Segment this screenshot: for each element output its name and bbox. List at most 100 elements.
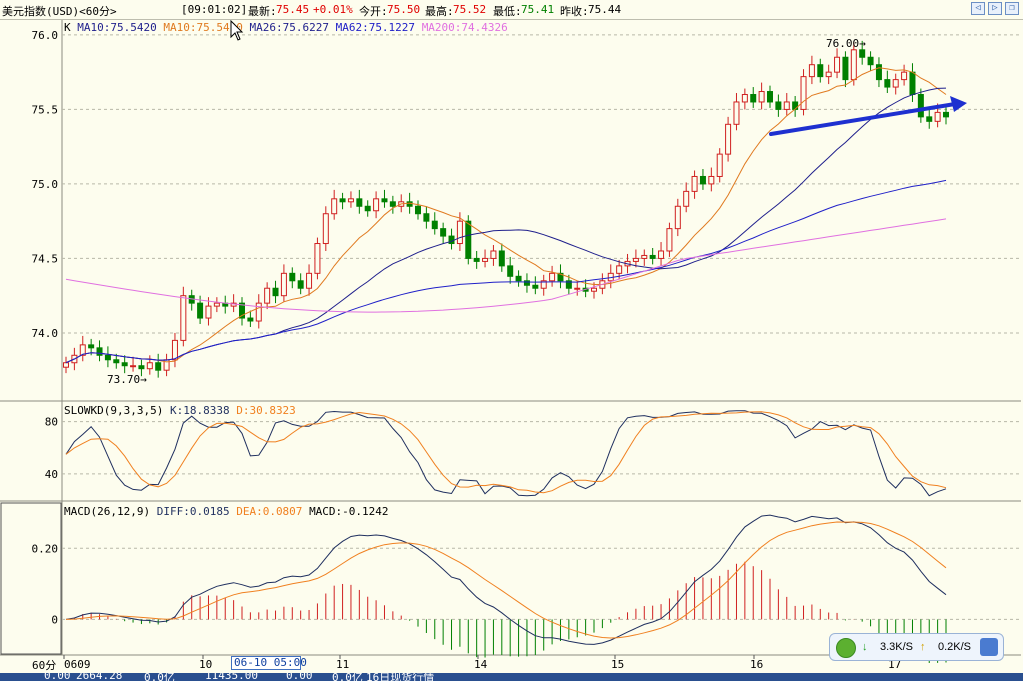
status-item-6: 16日现货行情	[366, 673, 435, 681]
candle-body	[767, 91, 773, 103]
legend-ma62: MA62:75.1227	[335, 21, 416, 34]
candle-body	[859, 49, 866, 58]
macd-side-box	[0, 502, 62, 655]
candle-body	[800, 76, 807, 110]
candle-body	[909, 71, 916, 96]
download-arrow-icon: ↓	[862, 641, 868, 653]
macd-macd-value: MACD:-0.1242	[309, 505, 389, 518]
kd-k-value: K:18.8338	[169, 404, 230, 417]
status-item-3: 11435.00	[205, 673, 258, 681]
candle-body	[482, 257, 489, 262]
candle-body	[817, 64, 824, 78]
candle-body	[716, 153, 723, 177]
candle-body	[649, 254, 656, 259]
x-tick-label: 15	[611, 658, 624, 671]
status-item-2: 0.0亿	[144, 673, 175, 681]
candle-body	[549, 272, 556, 282]
candle-body	[632, 257, 639, 262]
x-tick-label: 14	[474, 658, 488, 671]
candle-body	[96, 347, 103, 356]
candle-body	[834, 56, 841, 73]
chart-canvas[interactable]: 74.0 74.5 75.0 75.5 76.0 40 80 0 0.20 0609 10 11 14 1…	[0, 0, 1023, 681]
candle-body	[264, 287, 271, 304]
candle-body	[272, 287, 279, 297]
candle-body	[297, 280, 304, 289]
kd-legend: SLOWKD(9,3,3,5) K:18.8338 D:30.8323	[64, 404, 296, 417]
candle-body	[104, 354, 111, 361]
candle-body	[699, 175, 706, 185]
candle-body	[683, 190, 690, 207]
candle-body	[934, 111, 941, 122]
candle-body	[750, 94, 757, 103]
candle-body	[591, 287, 597, 292]
macd-y-tick-label: 0.20	[32, 542, 59, 555]
status-item-5: 0.0亿	[332, 673, 363, 681]
candle-body	[213, 302, 220, 307]
candle-body	[314, 243, 321, 274]
candle-body	[473, 257, 480, 262]
candle-body	[758, 91, 765, 103]
macd-diff-value: DIFF:0.0185	[156, 505, 230, 518]
candle-body	[616, 265, 623, 274]
candle-body	[465, 220, 472, 259]
candle-body	[641, 254, 648, 259]
candle-body	[674, 205, 681, 230]
status-item-1: 2664.28	[76, 673, 123, 681]
candle-body	[892, 79, 899, 88]
candle-body	[490, 250, 497, 259]
candle-body	[171, 339, 178, 361]
status-bar: 0.00 2664.28 0.0亿 11435.00 0.00 0.0亿 16日…	[0, 673, 1023, 681]
candle-body	[130, 365, 137, 368]
upload-speed: 0.2K/S	[938, 641, 972, 653]
candle-body	[448, 235, 455, 245]
x-tick-label: 11	[336, 658, 349, 671]
candle-body	[331, 198, 338, 215]
candle-body	[532, 284, 539, 289]
candle-body	[255, 302, 262, 322]
candle-body	[113, 359, 120, 364]
kd-name: SLOWKD(9,3,3,5)	[64, 404, 164, 417]
browser-icon[interactable]	[980, 638, 998, 656]
legend-ma200: MA200:74.4326	[421, 21, 508, 34]
candle-body	[666, 228, 673, 252]
candle-body	[574, 287, 581, 290]
legend-k: K	[64, 21, 71, 34]
network-status-icon[interactable]	[836, 638, 856, 658]
candle-body	[180, 295, 187, 341]
candle-body	[792, 101, 799, 110]
candle-body	[364, 205, 371, 212]
kd-y-tick-label: 40	[45, 468, 58, 481]
x-tick-label: 16	[750, 658, 763, 671]
candle-body	[322, 213, 329, 245]
candle-body	[901, 71, 908, 81]
upload-arrow-icon: ↑	[920, 641, 926, 653]
macd-y-tick-label: 0	[51, 613, 58, 626]
candle-body	[733, 101, 740, 125]
candle-body	[146, 362, 153, 370]
candle-body	[88, 344, 95, 349]
candle-body	[356, 198, 363, 207]
legend-ma26: MA26:75.6227	[249, 21, 329, 34]
kd-y-tick-label: 80	[45, 416, 58, 429]
macd-dea-line	[65, 521, 947, 639]
main-legend: K MA10:75.5420 MA10:75.5420 MA26:75.6227…	[64, 21, 508, 34]
kd-k-line	[65, 410, 947, 497]
macd-legend: MACD(26,12,9) DIFF:0.0185 DEA:0.0807 MAC…	[64, 505, 389, 518]
candle-body	[850, 49, 857, 81]
candle-body	[725, 123, 732, 155]
candle-body	[943, 111, 949, 118]
low-annotation-text: 73.70	[107, 373, 141, 386]
candle-body	[138, 365, 145, 370]
candle-body	[197, 302, 204, 319]
candle-body	[121, 362, 128, 367]
period-label[interactable]: 60分	[32, 657, 56, 673]
main-y-tick-label: 76.0	[32, 29, 59, 42]
candle-body	[825, 71, 832, 78]
high-annotation-text: 76.00	[826, 37, 860, 50]
main-y-tick-label: 75.5	[32, 103, 59, 116]
candle-body	[155, 362, 162, 371]
status-item-0: 0.00	[44, 673, 71, 681]
network-speed-panel: ↓ 3.3K/S ↑ 0.2K/S	[829, 633, 1004, 661]
candle-body	[884, 79, 891, 88]
candles	[63, 40, 949, 378]
